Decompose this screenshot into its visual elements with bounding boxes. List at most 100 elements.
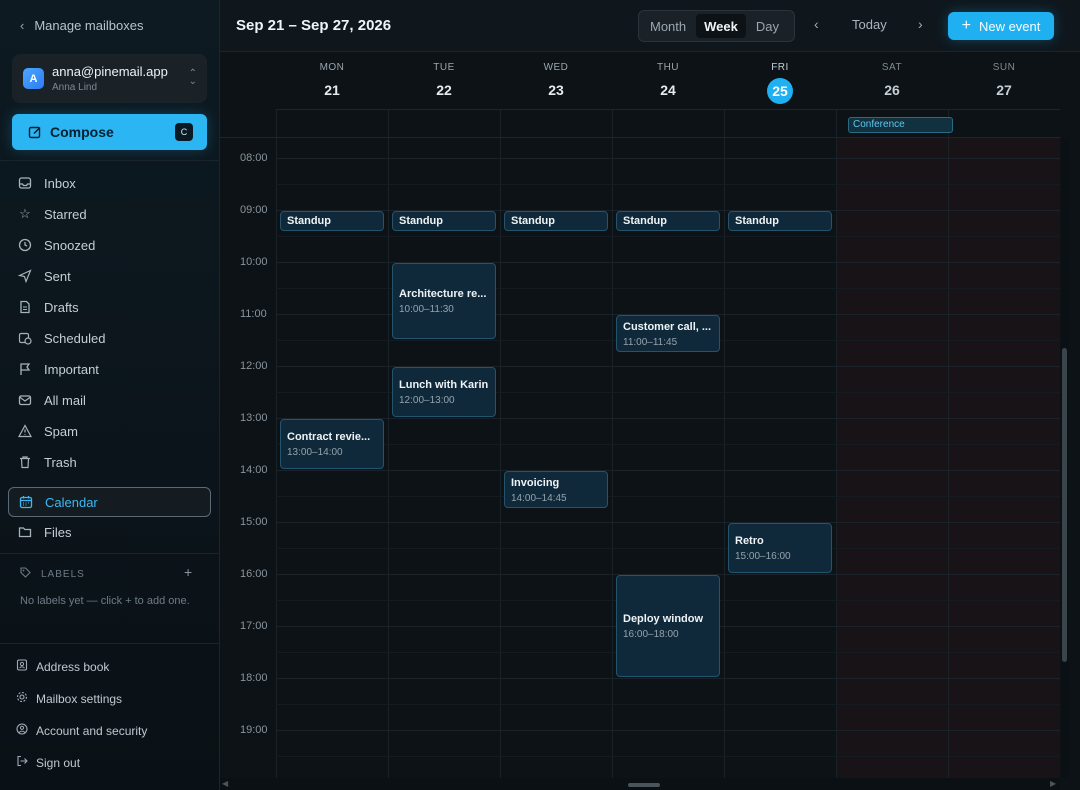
hour-line (276, 470, 1060, 471)
day-date: 26 (884, 82, 900, 98)
nav-item-files[interactable]: Files (16, 520, 71, 544)
manage-mailboxes-link[interactable]: ‹ Manage mailboxes (20, 18, 143, 33)
hour-label: 15:00 (240, 516, 268, 528)
event-title: Architecture re... (399, 288, 487, 300)
calendar-clock-icon (16, 331, 34, 345)
chevron-up-down-icon: ⌃ ⌄ (188, 68, 197, 87)
calendar-event[interactable]: Lunch with Karin 12:00–13:00 (392, 367, 496, 417)
view-week-button[interactable]: Week (696, 14, 746, 38)
calendar-event[interactable]: Standup (280, 211, 384, 231)
nav-label: Files (44, 524, 72, 540)
half-hour-line (276, 548, 1060, 549)
nav-label: Drafts (44, 299, 79, 315)
nav-item-drafts[interactable]: Drafts (16, 295, 79, 319)
nav-item-trash[interactable]: Trash (16, 450, 77, 474)
nav-item-inbox[interactable]: Inbox (16, 171, 76, 195)
nav-label: Starred (44, 206, 87, 222)
calendar-event[interactable]: Customer call, ... 11:00–11:45 (616, 315, 720, 352)
calendar-event[interactable]: Contract revie... 13:00–14:00 (280, 419, 384, 469)
footer-label: Sign out (36, 755, 81, 770)
event-title: Deploy window (623, 613, 704, 625)
flag-icon (16, 362, 34, 376)
tag-icon (20, 567, 31, 581)
day-header-thu[interactable]: THU 24 (612, 52, 724, 110)
scroll-right-arrow-icon[interactable]: ▶ (1050, 779, 1056, 788)
hour-line (276, 522, 1060, 523)
day-header-sun[interactable]: SUN 27 (948, 52, 1060, 110)
add-label-button[interactable]: + (184, 564, 192, 580)
day-header-sat[interactable]: SAT 26 (836, 52, 948, 110)
inbox-icon (16, 176, 34, 190)
nav-item-snoozed[interactable]: Snoozed (16, 233, 95, 257)
day-date: 22 (436, 82, 452, 98)
footer-label: Account and security (36, 723, 148, 738)
day-header-tue[interactable]: TUE 22 (388, 52, 500, 110)
nav-label: Calendar (45, 494, 98, 510)
hour-label: 19:00 (240, 724, 268, 736)
nav-label: All mail (44, 392, 86, 408)
nav-label: Sent (44, 268, 71, 284)
compose-button[interactable]: Compose C (12, 114, 207, 150)
account-security-link[interactable]: Account and security (16, 723, 147, 738)
calendar-event[interactable]: Retro 15:00–16:00 (728, 523, 832, 573)
column-divider (724, 138, 725, 778)
hour-label: 10:00 (240, 256, 268, 268)
today-date-badge: 25 (767, 78, 793, 104)
compose-label: Compose (50, 124, 114, 140)
nav-item-spam[interactable]: Spam (16, 419, 78, 443)
day-date: 21 (324, 82, 340, 98)
view-month-button[interactable]: Month (642, 14, 694, 38)
calendar-event[interactable]: Standup (728, 211, 832, 231)
all-day-event[interactable]: Conference (848, 117, 953, 133)
nav-item-important[interactable]: Important (16, 357, 99, 381)
new-event-button[interactable]: + New event (948, 12, 1054, 40)
mail-icon (16, 393, 34, 407)
calendar-event[interactable]: Standup (392, 211, 496, 231)
nav-label: Inbox (44, 175, 76, 191)
horizontal-scrollbar-thumb[interactable] (628, 783, 660, 787)
scroll-left-arrow-icon[interactable]: ◀ (222, 779, 228, 788)
column-divider (500, 110, 501, 138)
event-title: Lunch with Karin (399, 379, 489, 391)
day-header-mon[interactable]: MON 21 (276, 52, 388, 110)
day-name: SUN (992, 62, 1016, 73)
nav-item-calendar[interactable]: Calendar (17, 490, 98, 514)
column-divider (836, 110, 837, 138)
nav-label: Snoozed (44, 237, 96, 253)
event-time: 16:00–18:00 (623, 629, 679, 640)
half-hour-line (276, 236, 1060, 237)
address-book-link[interactable]: Address book (16, 659, 109, 674)
day-header-wed[interactable]: WED 23 (500, 52, 612, 110)
calendar-event[interactable]: Architecture re... 10:00–11:30 (392, 263, 496, 339)
account-switcher[interactable]: A anna@pinemail.app Anna Lind ⌃ ⌄ (12, 54, 207, 103)
nav-label: Important (44, 361, 99, 377)
today-button[interactable]: Today (852, 17, 887, 32)
event-time: 15:00–16:00 (735, 551, 791, 562)
calendar-event[interactable]: Invoicing 14:00–14:45 (504, 471, 608, 508)
day-name: WED (543, 62, 569, 73)
nav-item-all-mail[interactable]: All mail (16, 388, 86, 412)
next-week-button[interactable]: › (918, 16, 923, 32)
view-day-button[interactable]: Day (748, 14, 787, 38)
previous-week-button[interactable]: ‹ (814, 16, 819, 32)
event-title: Standup (399, 215, 443, 228)
vertical-scrollbar-thumb[interactable] (1062, 348, 1067, 662)
nav-item-starred[interactable]: ☆ Starred (16, 202, 87, 226)
hour-line (276, 730, 1060, 731)
calendar-toolbar: Sep 21 – Sep 27, 2026 Month Week Day ‹ T… (220, 0, 1080, 52)
nav-item-sent[interactable]: Sent (16, 264, 71, 288)
day-header-fri[interactable]: FRI 25 (724, 52, 836, 110)
calendar-event[interactable]: Standup (616, 211, 720, 231)
time-grid[interactable]: 08:00 09:00 10:00 11:00 12:00 13:00 14:00 15:00… (220, 138, 1060, 778)
event-title: Standup (623, 215, 667, 228)
calendar-event[interactable]: Standup (504, 211, 608, 231)
calendar-event[interactable]: Deploy window 16:00–18:00 (616, 575, 720, 677)
half-hour-line (276, 704, 1060, 705)
event-time: 10:00–11:30 (399, 304, 454, 315)
nav-item-scheduled[interactable]: Scheduled (16, 326, 105, 350)
date-range-title: Sep 21 – Sep 27, 2026 (236, 17, 392, 34)
trash-icon (16, 455, 34, 469)
sign-out-link[interactable]: Sign out (16, 755, 80, 770)
gear-icon (16, 691, 28, 706)
mailbox-settings-link[interactable]: Mailbox settings (16, 691, 122, 706)
